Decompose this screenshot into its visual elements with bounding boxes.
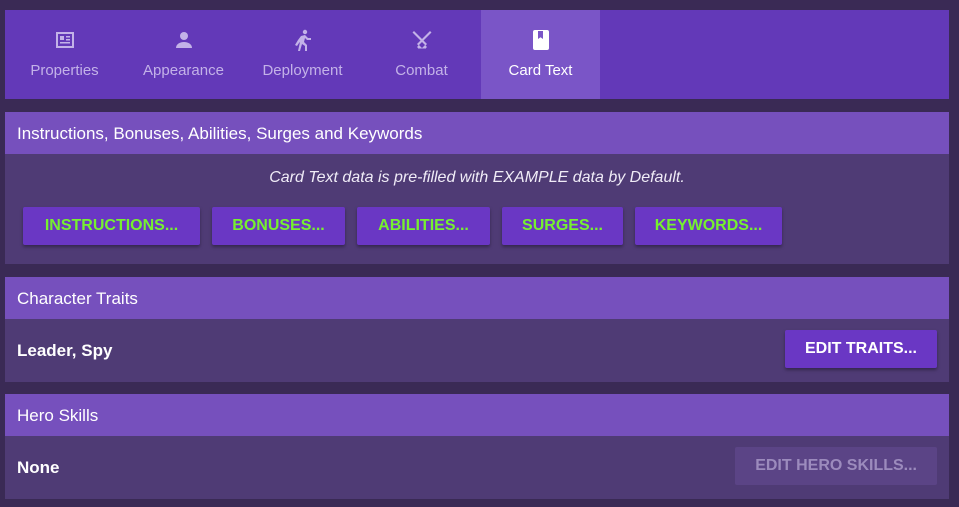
section-body: None EDIT HERO SKILLS... [5, 436, 949, 499]
person-icon [172, 28, 196, 52]
character-traits-section: Character Traits Leader, Spy EDIT TRAITS… [5, 277, 949, 382]
card-text-button-row: INSTRUCTIONS... BONUSES... ABILITIES... … [23, 207, 794, 245]
card-text-section: Instructions, Bonuses, Abilities, Surges… [5, 112, 949, 264]
tab-appearance[interactable]: Appearance [124, 10, 243, 99]
tab-label: Appearance [143, 62, 224, 79]
section-header: Hero Skills [5, 394, 949, 436]
tab-label: Combat [395, 62, 448, 79]
tab-card-text[interactable]: Card Text [481, 10, 600, 99]
edit-hero-skills-button: EDIT HERO SKILLS... [735, 447, 937, 485]
section-body: Leader, Spy EDIT TRAITS... [5, 319, 949, 382]
section-header: Instructions, Bonuses, Abilities, Surges… [5, 112, 949, 154]
prefill-note: Card Text data is pre-filled with EXAMPL… [269, 169, 685, 186]
crossed-swords-icon [410, 28, 434, 52]
tab-combat[interactable]: Combat [362, 10, 481, 99]
section-header: Character Traits [5, 277, 949, 319]
tab-properties[interactable]: Properties [5, 10, 124, 99]
tab-deployment[interactable]: Deployment [243, 10, 362, 99]
tab-label: Card Text [508, 62, 573, 79]
surges-button[interactable]: SURGES... [502, 207, 623, 245]
section-body: Card Text data is pre-filled with EXAMPL… [5, 154, 949, 264]
tab-bar: Properties Appearance Deployment Combat … [5, 10, 949, 99]
tab-label: Properties [30, 62, 99, 79]
tab-label: Deployment [262, 62, 343, 79]
hero-skills-value: None [17, 458, 60, 477]
abilities-button[interactable]: ABILITIES... [357, 207, 490, 245]
running-person-icon [291, 28, 315, 52]
bookmark-card-icon [529, 28, 553, 52]
traits-value: Leader, Spy [17, 341, 113, 360]
hero-skills-section: Hero Skills None EDIT HERO SKILLS... [5, 394, 949, 499]
instructions-button[interactable]: INSTRUCTIONS... [23, 207, 200, 245]
keywords-button[interactable]: KEYWORDS... [635, 207, 782, 245]
edit-traits-button[interactable]: EDIT TRAITS... [785, 330, 937, 368]
properties-icon [53, 28, 77, 52]
bonuses-button[interactable]: BONUSES... [212, 207, 345, 245]
